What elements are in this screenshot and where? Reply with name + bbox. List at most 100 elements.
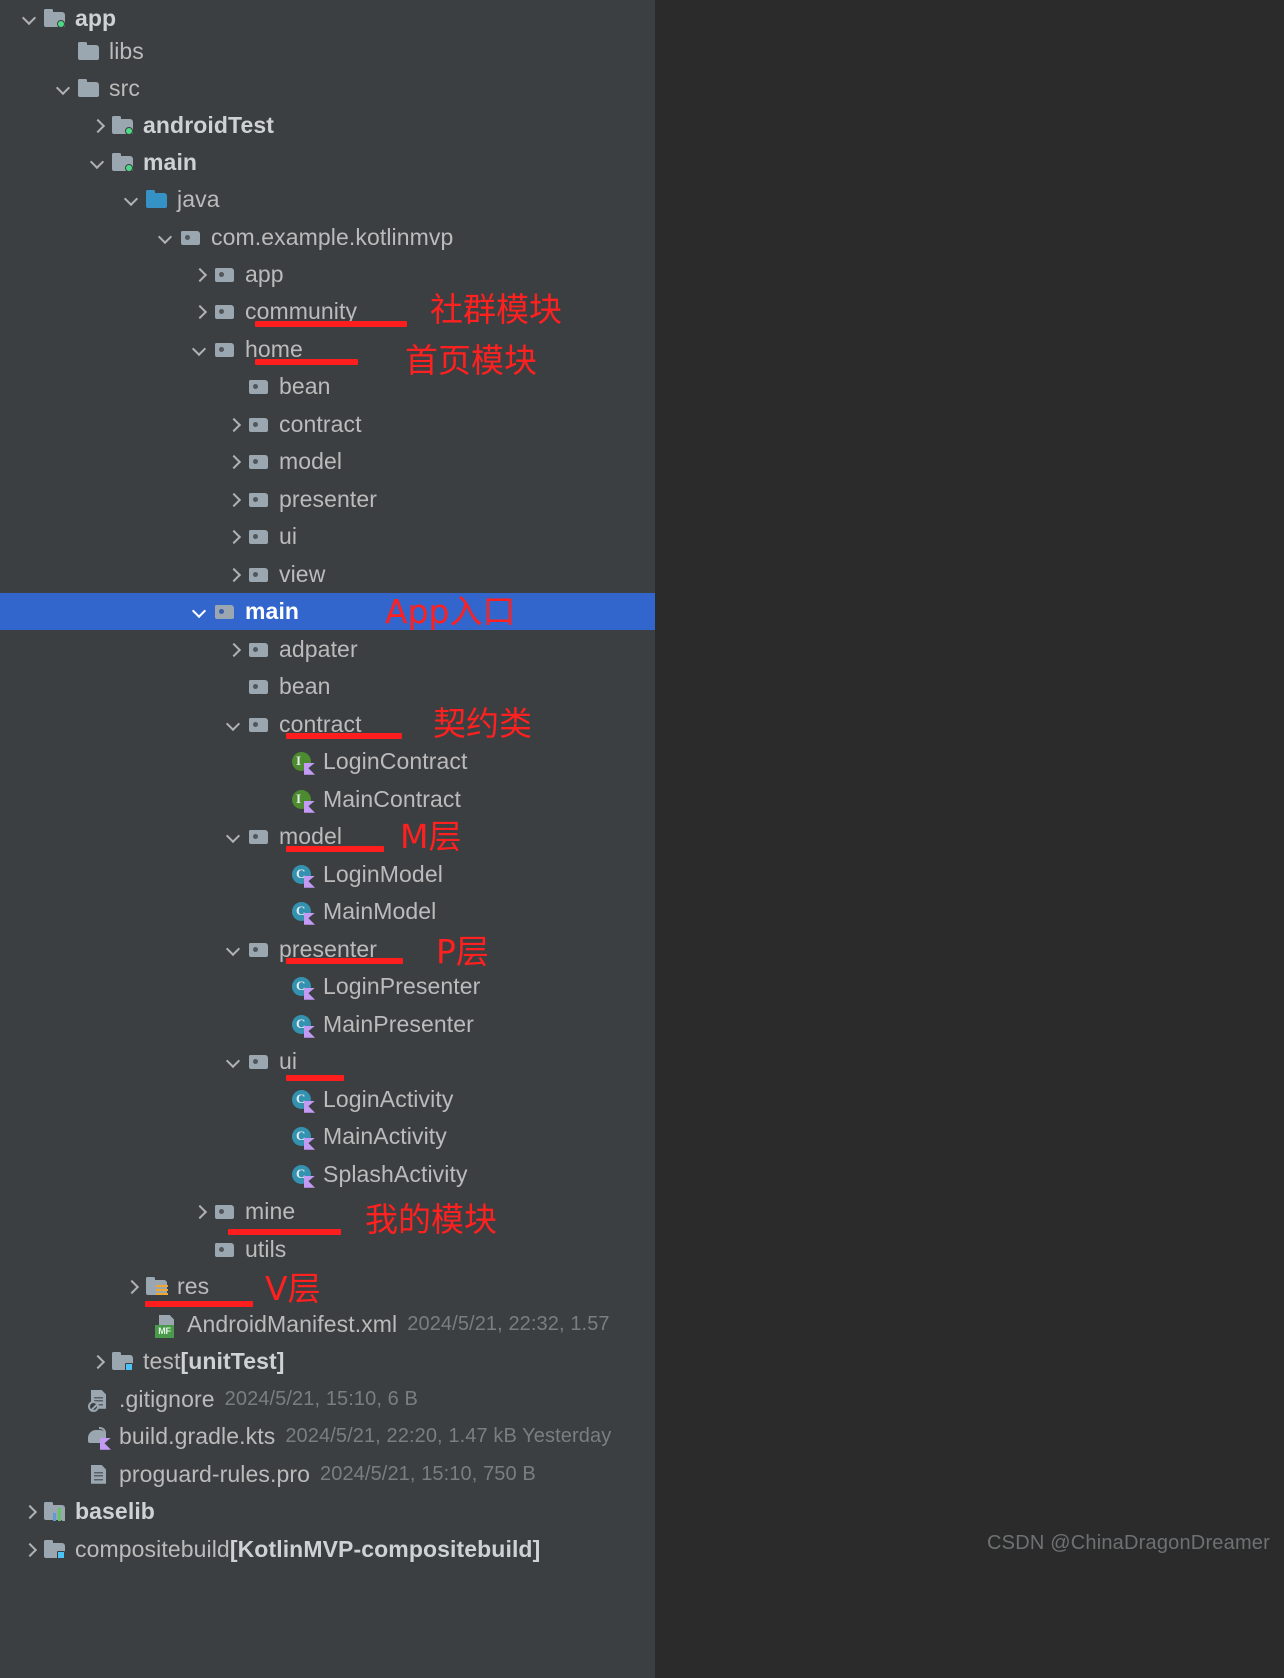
tree-row-label: main [245, 598, 300, 625]
tree-row-file-mainmodel[interactable]: C MainModel [0, 893, 655, 930]
tree-row-main-srcset[interactable]: main [0, 144, 655, 181]
tree-row-pkg-community[interactable]: community [0, 293, 655, 330]
tree-row-file-loginmodel[interactable]: C LoginModel [0, 856, 655, 893]
tree-row-pkg-main-ui[interactable]: ui [0, 1043, 655, 1080]
chevron-right-icon[interactable] [222, 489, 244, 511]
chevron-right-icon[interactable] [222, 414, 244, 436]
tree-row-label: SplashActivity [323, 1161, 468, 1188]
chevron-right-icon[interactable] [188, 264, 210, 286]
tree-row-package-root[interactable]: com.example.kotlinmvp [0, 219, 655, 256]
tree-row-file-maincontract[interactable]: I MainContract [0, 781, 655, 818]
package-icon [212, 299, 238, 325]
tree-row-label: adpater [279, 636, 358, 663]
chevron-right-icon[interactable] [222, 451, 244, 473]
package-icon [212, 1199, 238, 1225]
tree-row-file-splashactivity[interactable]: C SplashActivity [0, 1156, 655, 1193]
tree-row-label: src [109, 75, 140, 102]
tree-row-file-logincontract[interactable]: I LoginContract [0, 743, 655, 780]
package-icon [178, 225, 204, 251]
tree-row-pkg-main-model[interactable]: model [0, 818, 655, 855]
chevron-down-icon[interactable] [222, 939, 244, 961]
tree-row-label: MainContract [323, 786, 461, 813]
chevron-down-icon[interactable] [222, 714, 244, 736]
tree-row-label: model [279, 448, 343, 475]
tree-row-pkg-home-presenter[interactable]: presenter [0, 481, 655, 518]
tree-row-label: MainModel [323, 898, 437, 925]
tree-row-test-unittest[interactable]: test [unitTest] [0, 1343, 655, 1380]
chevron-right-icon[interactable] [18, 1501, 40, 1523]
tree-row-file-buildgradlekts[interactable]: build.gradle.kts 2024/5/21, 22:20, 1.47 … [0, 1418, 655, 1455]
tree-row-label: LoginPresenter [323, 973, 481, 1000]
text-file-icon [86, 1462, 112, 1488]
chevron-placeholder-icon [188, 1239, 210, 1261]
tree-row-pkg-main-selected[interactable]: main [0, 593, 655, 631]
tree-row-label: compositebuild [75, 1536, 230, 1563]
test-folder-icon [110, 1349, 136, 1375]
tree-row-pkg-app[interactable]: app [0, 256, 655, 293]
chevron-down-icon[interactable] [222, 826, 244, 848]
chevron-right-icon[interactable] [222, 639, 244, 661]
tree-row-file-proguardrules[interactable]: proguard-rules.pro 2024/5/21, 15:10, 750… [0, 1456, 655, 1493]
chevron-right-icon[interactable] [222, 564, 244, 586]
tree-row-label: test [143, 1348, 181, 1375]
tree-row-file-loginactivity[interactable]: C LoginActivity [0, 1081, 655, 1118]
chevron-down-icon[interactable] [188, 601, 210, 623]
chevron-down-icon[interactable] [120, 189, 142, 211]
tree-row-file-mainpresenter[interactable]: C MainPresenter [0, 1006, 655, 1043]
tree-row-pkg-utils[interactable]: utils [0, 1231, 655, 1268]
tree-row-file-mainactivity[interactable]: C MainActivity [0, 1118, 655, 1155]
tree-row-androidtest[interactable]: androidTest [0, 107, 655, 144]
tree-row-pkg-home-view[interactable]: view [0, 556, 655, 593]
tree-row-pkg-mine[interactable]: mine [0, 1193, 655, 1230]
tree-row-pkg-main-presenter[interactable]: presenter [0, 931, 655, 968]
chevron-right-icon[interactable] [120, 1276, 142, 1298]
tree-row-pkg-main-bean[interactable]: bean [0, 668, 655, 705]
library-module-icon [42, 1499, 68, 1525]
tree-row-baselib[interactable]: baselib [0, 1493, 655, 1530]
tree-row-pkg-home-model[interactable]: model [0, 443, 655, 480]
module-folder-icon [42, 6, 68, 32]
chevron-placeholder-icon [52, 41, 74, 63]
tree-row-pkg-home-contract[interactable]: contract [0, 406, 655, 443]
chevron-right-icon[interactable] [188, 301, 210, 323]
tree-row-label: home [245, 336, 303, 363]
chevron-right-icon[interactable] [18, 1539, 40, 1561]
tree-row-res[interactable]: res [0, 1268, 655, 1305]
package-icon [246, 449, 272, 475]
tree-row-pkg-home-ui[interactable]: ui [0, 518, 655, 555]
chevron-down-icon[interactable] [18, 8, 40, 30]
chevron-placeholder-icon [222, 376, 244, 398]
chevron-right-icon[interactable] [222, 526, 244, 548]
project-tree-panel[interactable]: app libs src androidTest main java com.e… [0, 0, 655, 1678]
tree-row-file-loginpresenter[interactable]: C LoginPresenter [0, 968, 655, 1005]
package-icon [212, 599, 238, 625]
tree-row-file-gitignore[interactable]: .gitignore 2024/5/21, 15:10, 6 B [0, 1381, 655, 1418]
tree-row-pkg-main-contract[interactable]: contract [0, 706, 655, 743]
chevron-down-icon[interactable] [154, 227, 176, 249]
chevron-down-icon[interactable] [188, 339, 210, 361]
chevron-down-icon[interactable] [52, 78, 74, 100]
kotlin-interface-icon: I [290, 749, 316, 775]
tree-row-pkg-home[interactable]: home [0, 331, 655, 368]
tree-row-label: presenter [279, 486, 378, 513]
chevron-right-icon[interactable] [86, 1351, 108, 1373]
tree-row-label: libs [109, 38, 144, 65]
tree-row-file-androidmanifest[interactable]: MF AndroidManifest.xml 2024/5/21, 22:32,… [0, 1306, 655, 1343]
chevron-down-icon[interactable] [86, 152, 108, 174]
chevron-right-icon[interactable] [188, 1201, 210, 1223]
tree-row-pkg-adpater[interactable]: adpater [0, 631, 655, 668]
screenshot-root: app libs src androidTest main java com.e… [0, 0, 1284, 1678]
tree-row-label: res [177, 1273, 210, 1300]
package-icon [246, 412, 272, 438]
tree-row-app[interactable]: app [0, 0, 655, 37]
tree-row-java[interactable]: java [0, 181, 655, 218]
tree-row-libs[interactable]: libs [0, 33, 655, 70]
tree-row-label: presenter [279, 936, 378, 963]
tree-row-pkg-home-bean[interactable]: bean [0, 368, 655, 405]
chevron-right-icon[interactable] [86, 115, 108, 137]
csdn-watermark: CSDN @ChinaDragonDreamer [987, 1532, 1270, 1554]
tree-row-compositebuild[interactable]: compositebuild [KotlinMVP-compositebuild… [0, 1531, 655, 1568]
package-icon [246, 524, 272, 550]
chevron-down-icon[interactable] [222, 1051, 244, 1073]
tree-row-src[interactable]: src [0, 70, 655, 107]
